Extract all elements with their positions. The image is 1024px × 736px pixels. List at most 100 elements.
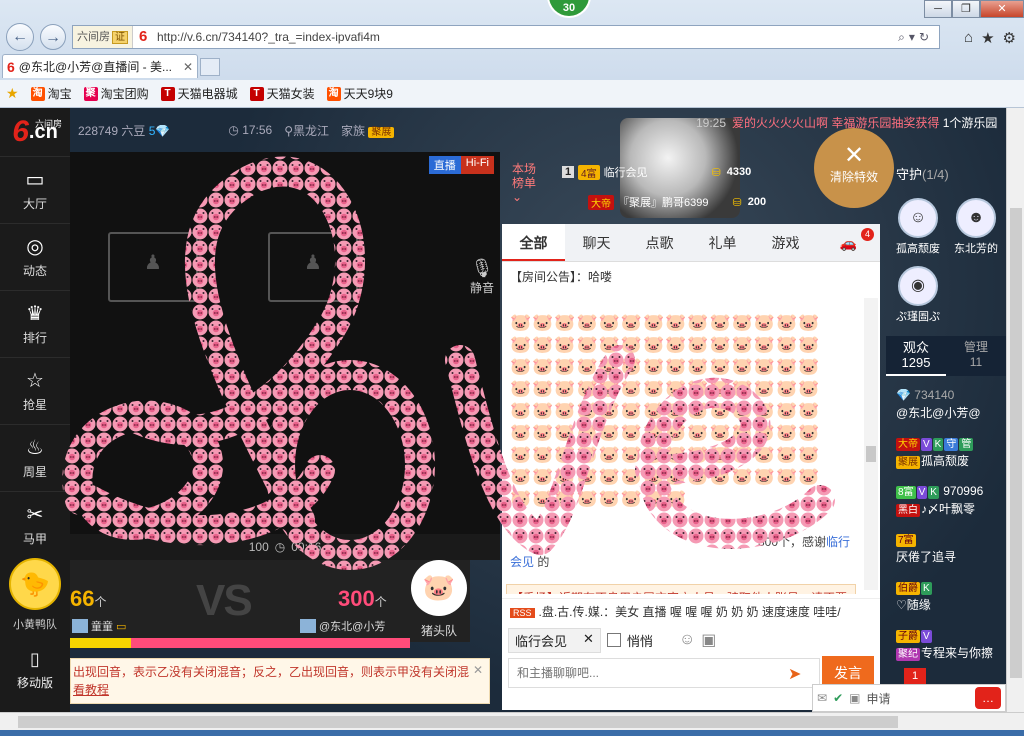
fav-item[interactable]: 淘天天9块9	[326, 85, 393, 102]
fav-item[interactable]: 淘淘宝	[30, 85, 72, 102]
back-button[interactable]: ←	[6, 23, 34, 51]
sidebar-item-hall[interactable]: ▭ 大厅	[0, 156, 70, 223]
tab-audience[interactable]: 观众 1295	[886, 336, 946, 376]
page-viewport: 6 .cn 六间房 ▭ 大厅 ◎ 动态 ♛ 排行 ☆ 抢星 ♨ 周星 ✂ 马甲 🐤 小黄鸭队 …	[0, 108, 1006, 712]
tab-car[interactable]: 🚗 4	[817, 224, 880, 261]
list-item[interactable]: 8富 V K 970996 黑白 ♪〆叶飘零	[896, 482, 1006, 518]
close-window-button[interactable]: ✕	[980, 0, 1024, 18]
rank-row[interactable]: 大帝 『聚展』鹏哥6399 ⛁ 200	[588, 194, 766, 210]
record-icon[interactable]: ▣	[849, 691, 860, 705]
settings-gear-icon[interactable]: ⚙	[1003, 29, 1016, 47]
pk-left-user[interactable]: 童童 ▭	[72, 618, 126, 634]
tab-favicon-icon: 6	[7, 58, 15, 75]
car-icon: 🚗	[839, 235, 858, 251]
pig-team-button[interactable]: 🐷 猪头队	[408, 560, 470, 642]
image-icon[interactable]: ▣	[701, 630, 716, 650]
paper-plane-icon[interactable]: ➤	[788, 664, 801, 684]
volume-value[interactable]: 100	[249, 540, 269, 554]
apply-label[interactable]: 申请	[866, 690, 890, 707]
pk-right-user[interactable]: @东北@小芳	[300, 618, 385, 634]
location-pin-icon: ⚲	[284, 123, 294, 138]
tab-close-icon[interactable]: ✕	[183, 60, 193, 74]
scroll-thumb[interactable]	[1010, 208, 1022, 678]
message-widget[interactable]: ✉ ✔ ▣ 申请 …	[812, 684, 1006, 712]
clear-effect-button[interactable]: ✕ 清除特效	[814, 128, 894, 208]
address-tools[interactable]: ⌕▾↻	[898, 30, 939, 45]
tab-gifts[interactable]: 礼单	[691, 224, 754, 261]
page-horizontal-scrollbar[interactable]	[0, 712, 1024, 730]
camera-icon: ▭	[116, 620, 127, 633]
new-tab-button[interactable]	[200, 58, 220, 76]
chat-ticker: RSS .盘.古.传.媒.：美女 直播 喔 喔 喔 奶 奶 奶 速度速度 哇哇/	[502, 598, 880, 622]
list-item[interactable]: 伯爵 K ♡随缘	[896, 578, 1006, 614]
page-vertical-scrollbar[interactable]	[1006, 108, 1024, 712]
mail-icon[interactable]: ✉	[817, 691, 827, 705]
scroll-thumb[interactable]	[866, 446, 876, 462]
target-user-chip[interactable]: 临行会见 ✕	[508, 627, 601, 653]
sidebar-item-star[interactable]: ☆ 抢星	[0, 357, 70, 424]
video-player[interactable]: 直播 Hi-Fi ♟ ♟ 🎙 静音 100 ◷ 00:16	[70, 152, 500, 560]
host-entry[interactable]: 💎 734140 @东北@小芳@	[896, 386, 1006, 422]
refresh-icon[interactable]: ↻	[919, 30, 933, 44]
fav-item[interactable]: 聚淘宝团购	[83, 85, 149, 102]
mobile-version-button[interactable]: ▯ 移动版	[0, 640, 70, 700]
notice-close-icon[interactable]: ✕	[473, 661, 483, 679]
chevron-down-icon: ⌄	[512, 190, 523, 204]
live-tag: 直播	[428, 156, 461, 174]
room-announcement: 【房间公告】：哈喽	[510, 270, 613, 284]
tab-all[interactable]: 全部	[502, 224, 565, 261]
home-icon[interactable]: ⌂	[964, 29, 973, 47]
location: ⚲黑龙江	[284, 123, 330, 138]
emoji-icon[interactable]: ☺	[679, 631, 695, 649]
close-icon[interactable]: ✕	[583, 631, 594, 650]
duck-team[interactable]: 🐤 小黄鸭队	[0, 558, 70, 638]
site-logo[interactable]: 6 .cn 六间房	[0, 108, 70, 156]
tab-active[interactable]: 6 @东北@小芳@直播间 - 美... ✕	[2, 54, 198, 78]
favorites-star-icon[interactable]: ★	[981, 29, 994, 47]
juhuasuan-icon: 聚	[83, 86, 98, 101]
sidebar-item-feed[interactable]: ◎ 动态	[0, 223, 70, 290]
dropdown-icon[interactable]: ▾	[909, 30, 919, 44]
scroll-thumb[interactable]	[18, 716, 898, 728]
tab-title: @东北@小芳@直播间 - 美...	[18, 60, 173, 74]
fav-item[interactable]: T 天猫电器城	[160, 85, 238, 102]
tab-chat[interactable]: 聊天	[565, 224, 628, 261]
list-item[interactable]: 子爵 V 聚纪 专程来与你擦	[896, 626, 1006, 662]
pk-battle-bar: 66个 VS 300个 童童 ▭ @东北@小芳 🐷 猪头队	[70, 560, 470, 648]
list-item[interactable]: 7富 厌倦了追寻	[896, 530, 1006, 566]
maximize-button[interactable]: ❐	[952, 0, 980, 18]
mute-button[interactable]: 🎙 静音	[470, 258, 494, 296]
sidebar-item-vest[interactable]: ✂ 马甲	[0, 491, 70, 558]
chat-bubble-icon[interactable]: …	[975, 687, 1001, 709]
guard-item[interactable]: ☺ 孤高颓废	[890, 198, 946, 256]
tab-admins[interactable]: 管理 11	[946, 336, 1006, 376]
chat-input[interactable]	[508, 658, 820, 688]
chat-panel: 全部 聊天 点歌 礼单 游戏 🚗 4 【房间公告】：哈喽 🐷🐷🐷🐷🐷🐷🐷🐷🐷🐷🐷🐷…	[502, 224, 880, 710]
chat-scrollbar[interactable]	[864, 298, 878, 590]
address-bar[interactable]: 六间房证 6 http://v.6.cn/734140?_tra_=index-…	[72, 25, 940, 49]
guard-item[interactable]: ◉ ぷ瑾圄ぷ	[890, 266, 946, 324]
family[interactable]: 家族 聚展	[341, 122, 395, 139]
url-text[interactable]: http://v.6.cn/734140?_tra_=index-ipvafi4…	[157, 30, 898, 44]
browser-toolbar-right: ⌂ ★ ⚙	[964, 29, 1016, 47]
tab-song[interactable]: 点歌	[628, 224, 691, 261]
rank-label[interactable]: 本场 榜单 ⌄	[512, 162, 536, 204]
rank-row[interactable]: 1 4富 临行会见 ⛁ 4330	[562, 164, 751, 180]
forward-button[interactable]: →	[40, 24, 66, 50]
diamond-icon: 💎	[155, 123, 171, 138]
favorites-star-icon[interactable]: ★	[6, 85, 19, 102]
browser-chrome: 30 ─ ❐ ✕ ← → 六间房证 6 http://v.6.cn/734140…	[0, 0, 1024, 108]
tab-games[interactable]: 游戏	[754, 224, 817, 261]
whisper-checkbox[interactable]	[606, 633, 621, 647]
tutorial-link[interactable]: 看教程	[73, 683, 109, 697]
guard-item[interactable]: ☻ 东北芳的	[948, 198, 1004, 256]
user-link[interactable]: 临行	[826, 535, 850, 549]
list-item[interactable]: 大帝 V K 守管 聚展 孤高颓废	[896, 434, 1006, 470]
minimize-button[interactable]: ─	[924, 0, 952, 18]
sidebar-item-weekly[interactable]: ♨ 周星	[0, 424, 70, 491]
chat-tabs: 全部 聊天 点歌 礼单 游戏 🚗 4	[502, 224, 880, 262]
search-icon[interactable]: ⌕	[898, 30, 909, 44]
sidebar-item-rank[interactable]: ♛ 排行	[0, 290, 70, 357]
fav-item[interactable]: T 天猫女装	[249, 85, 315, 102]
check-icon[interactable]: ✔	[833, 691, 843, 705]
